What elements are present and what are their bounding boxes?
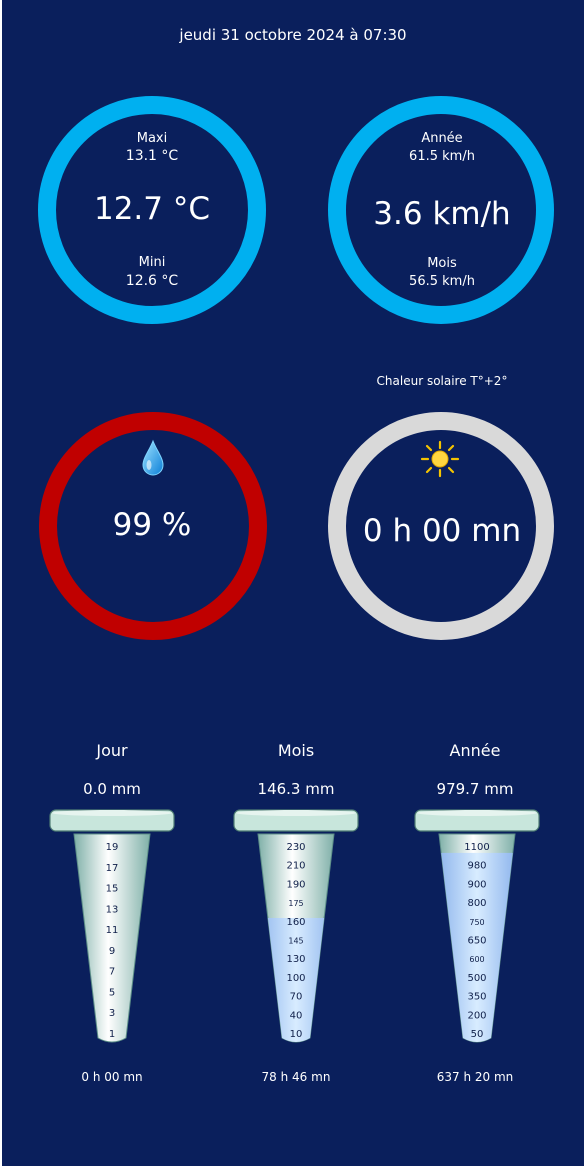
rain-gauge-tick: 1100: [464, 842, 489, 853]
rain-gauge-tick: 175: [288, 899, 303, 908]
weather-dashboard: jeudi 31 octobre 2024 à 07:30 Maxi 13.1 …: [2, 0, 584, 1166]
rain-gauge-tick: 9: [109, 946, 115, 957]
rain-gauge-tick: 200: [467, 1010, 486, 1021]
rain-gauge-tick: 40: [290, 1010, 303, 1021]
rain-gauge-tick: 100: [286, 973, 305, 984]
rain-gauge-tick: 19: [106, 842, 119, 853]
rain-gauge-tick: 50: [471, 1029, 484, 1040]
rain-gauge-tick: 130: [286, 954, 305, 965]
rain-year-label: Année: [449, 741, 501, 760]
rain-gauge-tick: 650: [467, 936, 486, 947]
rain-gauge-tick: 7: [109, 967, 115, 978]
rain-gauge-tick: 1: [109, 1029, 115, 1040]
wind-month-label: Mois: [427, 256, 457, 271]
wind-year-value: 61.5 km/h: [409, 149, 475, 164]
rain-day-duration: 0 h 00 mn: [81, 1070, 143, 1084]
rain-gauge-tick: 160: [286, 917, 305, 928]
rain-gauge-tick: 10: [290, 1029, 303, 1040]
rain-gauge-tick: 5: [109, 987, 115, 998]
rain-gauge-tick: 210: [286, 861, 305, 872]
rain-year-amount: 979.7 mm: [436, 780, 514, 798]
temperature-min-label: Mini: [138, 255, 166, 270]
rain-gauge-tick: 980: [467, 861, 486, 872]
temperature-min-value: 12.6 °C: [125, 273, 179, 289]
wind-year-label: Année: [421, 131, 463, 146]
rain-gauge-month-graphic: 230 210 190 175 160 145 130 100 70 40 10: [233, 809, 359, 1043]
temperature-current: 12.7 °C: [93, 191, 211, 227]
rain-day-amount: 0.0 mm: [83, 780, 141, 798]
rain-gauge-tick: 17: [106, 863, 119, 874]
wind-month-value: 56.5 km/h: [409, 274, 475, 289]
rain-gauge-tick: 70: [290, 992, 303, 1003]
rain-gauge-day-graphic: 19 17 15 13 11 9 7 5 3 1: [49, 809, 175, 1043]
sunshine-title: Chaleur solaire T°+2°: [376, 374, 508, 388]
rain-gauge-tick: 230: [286, 842, 305, 853]
rain-gauge-tick: 145: [288, 937, 303, 946]
temperature-max-value: 13.1 °C: [125, 148, 179, 164]
rain-gauge-tick: 13: [106, 904, 119, 915]
rain-gauge-tick: 15: [106, 884, 119, 895]
rain-gauge-tick: 350: [467, 992, 486, 1003]
sun-icon: [420, 440, 460, 478]
rain-gauge-day: 19 17 15 13 11 9 7 5 3 1: [47, 806, 177, 1046]
rain-gauge-tick: 600: [469, 955, 484, 964]
rain-gauge-year: 1100 980 900 800 750 650 600 500 350 200 50: [412, 806, 542, 1046]
rain-gauge-tick: 3: [109, 1008, 115, 1019]
rain-year-duration: 637 h 20 mn: [436, 1070, 514, 1084]
humidity-value: 99 %: [112, 507, 192, 543]
rain-gauge-tick: 500: [467, 973, 486, 984]
rain-day-label: Jour: [96, 741, 128, 760]
rain-gauge-tick: 190: [286, 879, 305, 890]
rain-month-duration: 78 h 46 mn: [261, 1070, 331, 1084]
temperature-max-label: Maxi: [136, 131, 168, 146]
date-time-header: jeudi 31 octobre 2024 à 07:30: [179, 26, 407, 44]
rain-gauge-tick: 11: [106, 925, 119, 936]
rain-gauge-tick: 750: [469, 918, 484, 927]
wind-current: 3.6 km/h: [373, 196, 511, 232]
rain-gauge-tick: 900: [467, 879, 486, 890]
rain-gauge-year-graphic: 1100 980 900 800 750 650 600 500 350 200 50: [414, 809, 540, 1043]
sunshine-value: 0 h 00 mn: [362, 513, 522, 549]
water-drop-icon: [140, 439, 166, 477]
rain-month-label: Mois: [277, 741, 315, 760]
rain-month-amount: 146.3 mm: [257, 780, 335, 798]
rain-gauge-tick: 800: [467, 898, 486, 909]
rain-gauge-month: 230 210 190 175 160 145 130 100 70 40 10: [231, 806, 361, 1046]
